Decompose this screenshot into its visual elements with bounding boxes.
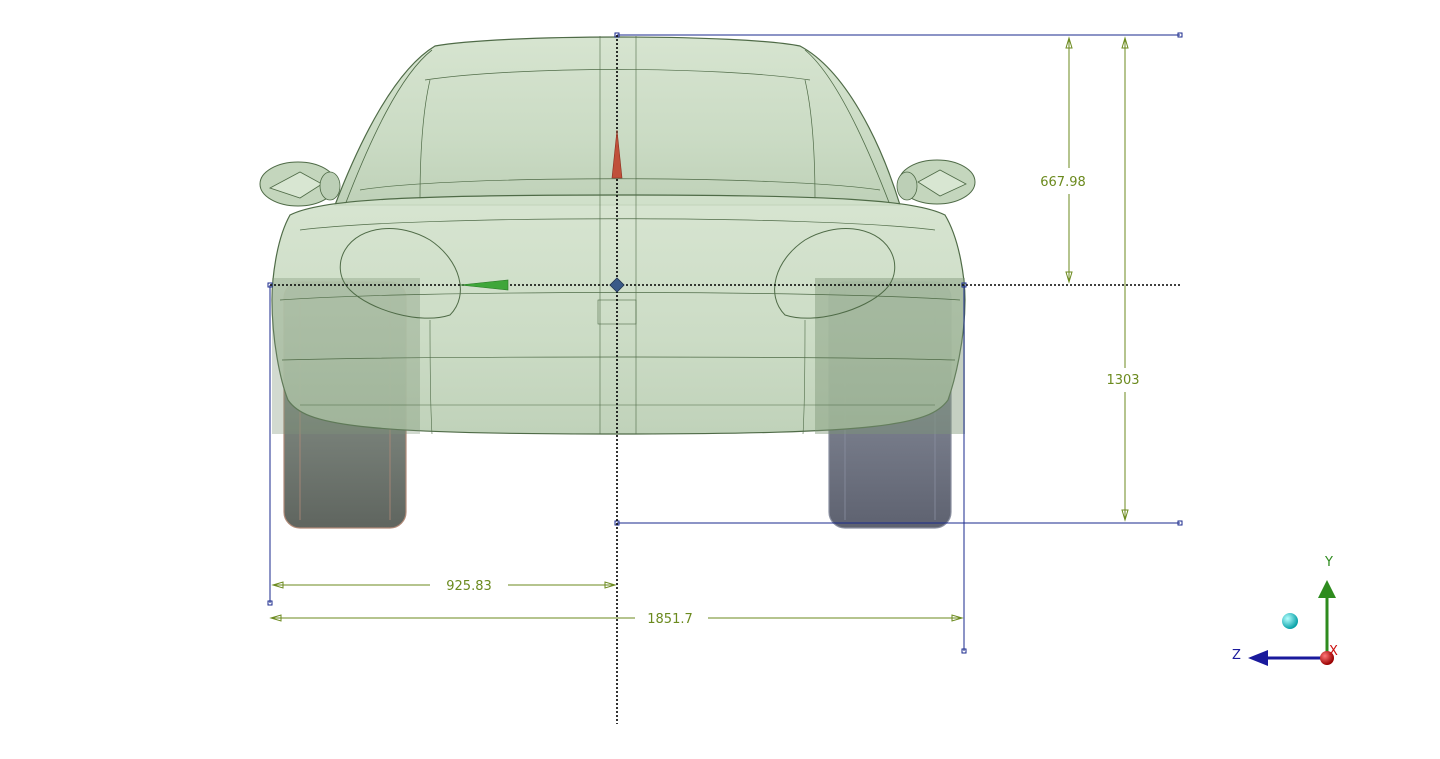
triad-y-label: Y — [1324, 555, 1333, 570]
triad-z-label: Z — [1232, 648, 1241, 663]
dimension-roof-to-center[interactable] — [1065, 36, 1073, 284]
dimension-label-total-height: 1303 — [1106, 373, 1139, 388]
dimension-total-height[interactable] — [1121, 36, 1129, 522]
triad-rotation-sphere[interactable] — [1282, 613, 1298, 629]
dimension-half-width[interactable] — [271, 581, 617, 589]
dimension-label-roof-to-center: 667.98 — [1040, 175, 1086, 190]
triad-z-arrow[interactable] — [1248, 650, 1268, 666]
left-mirror[interactable] — [259, 161, 341, 207]
right-mirror[interactable] — [896, 159, 976, 205]
triad-x-label: X — [1329, 644, 1338, 659]
dimension-label-full-width: 1851.7 — [647, 612, 693, 627]
view-triad[interactable]: Y Z X — [1232, 555, 1338, 666]
cad-viewport[interactable]: 667.98 1303 925.83 1851.7 Y Z X — [0, 0, 1440, 759]
triad-y-arrow[interactable] — [1318, 580, 1336, 598]
dimension-label-half-width: 925.83 — [446, 579, 492, 594]
